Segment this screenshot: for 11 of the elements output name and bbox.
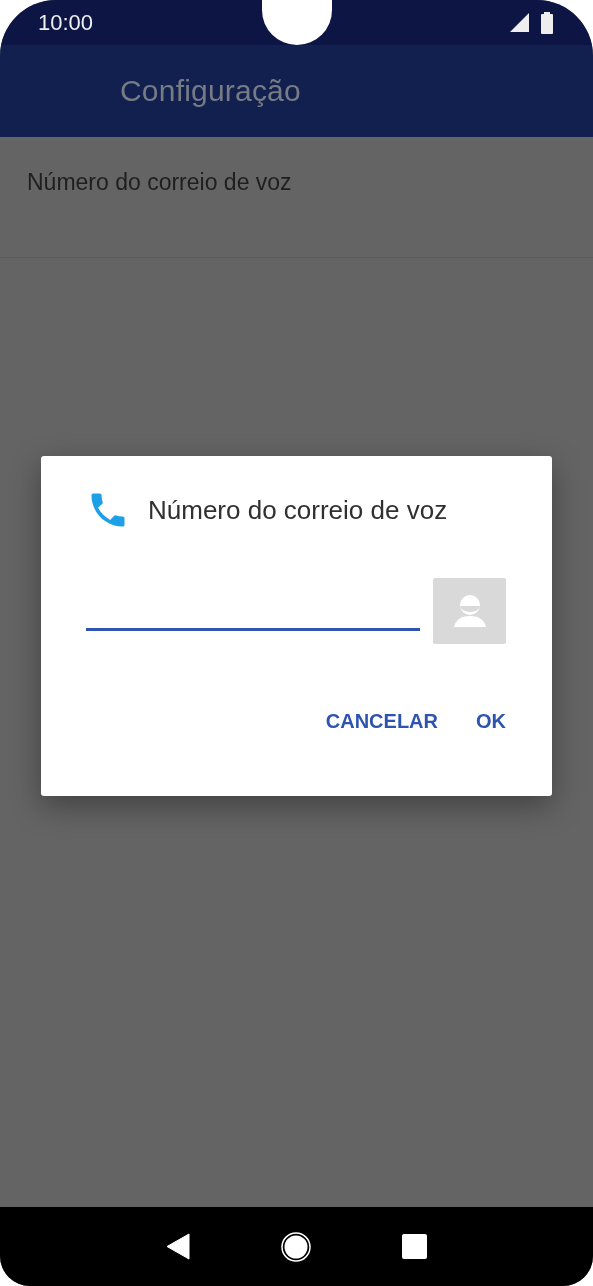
dialog-action-button[interactable]: CANCELAR xyxy=(325,702,438,741)
status-time: 10:00 xyxy=(38,9,94,36)
dialog-title: Número do correio de voz xyxy=(148,494,448,526)
home-icon[interactable] xyxy=(281,1231,311,1262)
back-icon[interactable] xyxy=(165,1233,190,1260)
person-icon xyxy=(451,593,488,629)
signal-icon xyxy=(510,13,529,32)
battery-icon xyxy=(541,11,553,34)
app-bar-title: Configuração xyxy=(120,74,301,108)
recents-icon[interactable] xyxy=(402,1234,428,1259)
dialog-action-button[interactable]: OK xyxy=(476,702,506,741)
